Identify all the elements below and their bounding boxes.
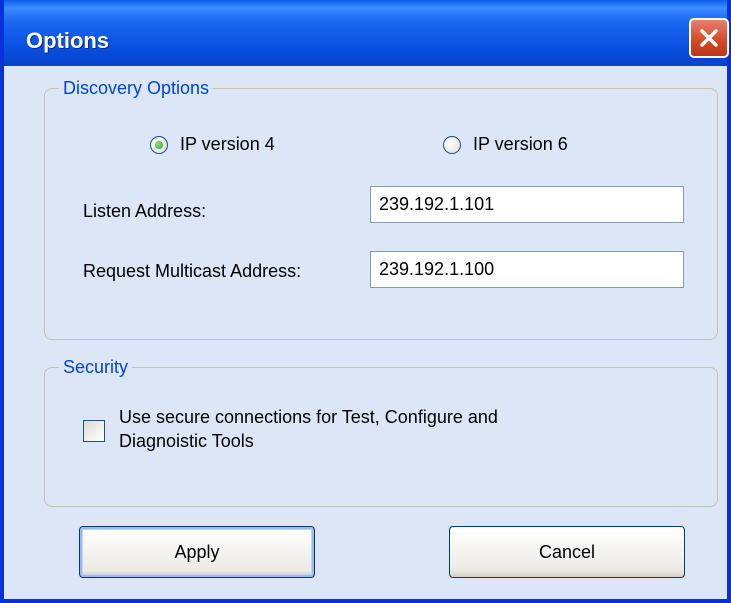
secure-connections-label-line1[interactable]: Use secure connections for Test, Configu… — [119, 405, 498, 429]
ipv6-label: IP version 6 — [473, 134, 568, 154]
dialog-body: Discovery Options IP version 4 IP versio… — [4, 66, 727, 599]
multicast-address-label: Request Multicast Address: — [83, 261, 302, 281]
window-title: Options — [26, 28, 110, 53]
ipv6-radio-circle[interactable] — [443, 135, 461, 154]
secure-connections-label-line2[interactable]: Diagnoistic Tools — [119, 429, 254, 453]
options-dialog: Options Discovery Options IP version 4 I… — [0, 0, 731, 603]
security-group: Security Use secure connections for Test… — [44, 356, 718, 507]
listen-address-label: Listen Address: — [83, 201, 207, 221]
multicast-address-input[interactable]: 239.192.1.100 — [370, 251, 684, 288]
discovery-options-group: Discovery Options IP version 4 IP versio… — [44, 77, 718, 340]
discovery-options-label: Discovery Options — [59, 77, 214, 99]
listen-address-input[interactable]: 239.192.1.101 — [370, 186, 684, 223]
close-icon — [700, 29, 718, 47]
close-button[interactable] — [689, 18, 729, 58]
title-bar[interactable]: Options — [4, 0, 729, 66]
radio-selected-dot — [155, 140, 163, 149]
secure-connections-checkbox[interactable] — [83, 420, 105, 442]
ipv6-radio[interactable]: IP version 6 — [443, 134, 568, 155]
security-label: Security — [59, 356, 133, 378]
ipv4-label: IP version 4 — [180, 134, 275, 154]
cancel-button[interactable]: Cancel — [449, 526, 685, 578]
ipv4-radio-circle[interactable] — [150, 135, 168, 154]
ipv4-radio[interactable]: IP version 4 — [150, 134, 275, 155]
apply-button[interactable]: Apply — [79, 526, 315, 578]
